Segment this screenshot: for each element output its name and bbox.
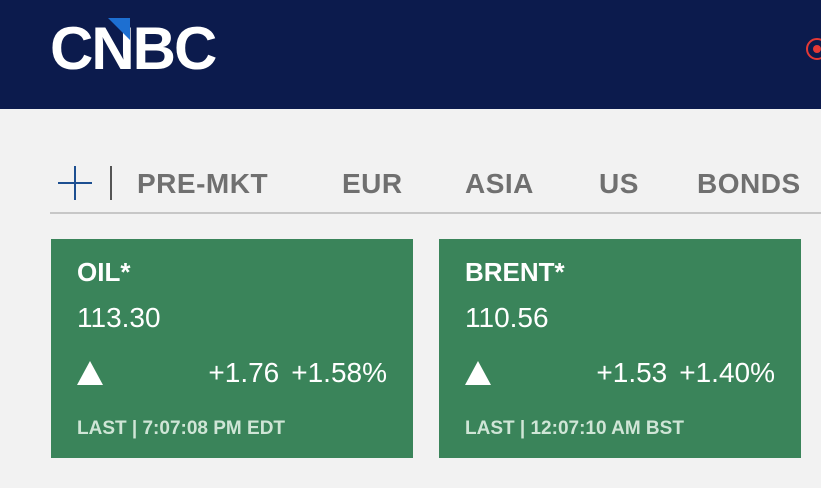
quote-changes: +1.53 +1.40% <box>596 357 775 389</box>
cnbc-logo[interactable]: CNBC <box>50 18 250 80</box>
quote-card-oil[interactable]: OIL* 113.30 +1.76 +1.58% LAST | 7:07:08 P… <box>51 239 413 458</box>
tab-divider <box>110 166 112 200</box>
quote-card-brent[interactable]: BRENT* 110.56 +1.53 +1.40% LAST | 12:07:1… <box>439 239 801 458</box>
quote-change-pct: +1.40% <box>679 357 775 388</box>
up-triangle-icon <box>465 361 491 385</box>
quote-change: +1.53 <box>596 357 668 388</box>
add-plus-icon[interactable] <box>58 166 92 200</box>
peacock-mark <box>108 18 130 40</box>
quote-name: OIL* <box>77 257 131 287</box>
quote-price: 110.56 <box>465 302 549 333</box>
live-icon[interactable] <box>806 38 821 60</box>
tab-pre-mkt[interactable]: PRE-MKT <box>137 167 268 201</box>
quote-change-pct: +1.58% <box>291 357 387 388</box>
up-triangle-icon <box>77 361 103 385</box>
quote-change: +1.76 <box>208 357 280 388</box>
tab-eur[interactable]: EUR <box>342 167 403 201</box>
quote-last-time: LAST | 7:07:08 PM EDT <box>77 418 286 439</box>
logo-text: CNBC <box>50 15 217 82</box>
quote-name: BRENT* <box>465 257 565 287</box>
quote-price: 113.30 <box>77 302 161 333</box>
market-tabs: PRE-MKT EUR ASIA US BONDS <box>50 150 821 214</box>
quote-last-time: LAST | 12:07:10 AM BST <box>465 418 684 439</box>
tab-asia[interactable]: ASIA <box>465 167 534 201</box>
tab-us[interactable]: US <box>599 167 639 201</box>
quote-changes: +1.76 +1.58% <box>208 357 387 389</box>
site-header: CNBC <box>0 0 821 109</box>
tab-bonds[interactable]: BONDS <box>697 167 801 201</box>
